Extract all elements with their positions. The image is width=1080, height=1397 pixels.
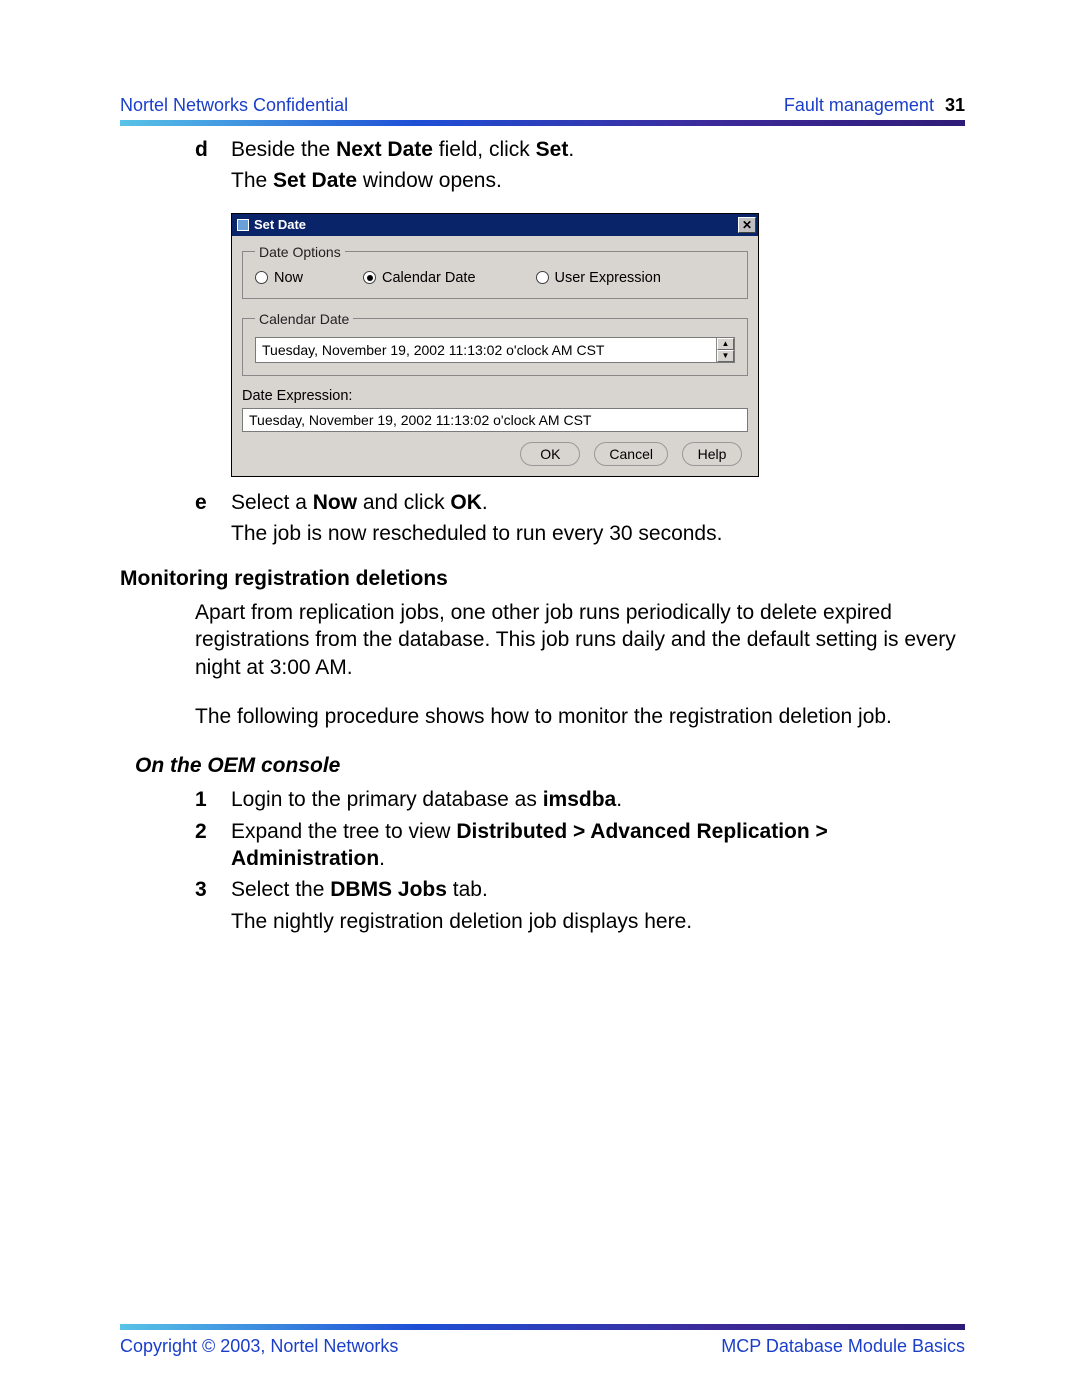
date-options-group: Date Options Now Calendar Date User E: [242, 244, 748, 299]
step-text: Select a Now and click OK.: [231, 489, 965, 516]
radio-icon: [255, 271, 268, 284]
ok-button[interactable]: OK: [520, 442, 580, 466]
calendar-date-group: Calendar Date ▲ ▼: [242, 311, 748, 376]
spinner[interactable]: ▲ ▼: [716, 338, 734, 362]
date-options-legend: Date Options: [255, 244, 345, 260]
step-number: 1: [195, 786, 231, 813]
step-2: 2 Expand the tree to view Distributed > …: [195, 818, 965, 873]
step-number: 2: [195, 818, 231, 873]
footer-copyright: Copyright © 2003, Nortel Networks: [120, 1336, 398, 1357]
close-icon[interactable]: ✕: [738, 217, 756, 233]
calendar-date-field[interactable]: ▲ ▼: [255, 337, 735, 363]
calendar-date-input[interactable]: [256, 338, 716, 362]
step-text: Select the DBMS Jobs tab.: [231, 876, 965, 903]
step-e: e Select a Now and click OK.: [195, 489, 965, 516]
dialog-title: Set Date: [254, 217, 306, 232]
step-text: Beside the Next Date field, click Set.: [231, 136, 965, 163]
section-heading-monitoring: Monitoring registration deletions: [120, 567, 965, 591]
spin-up-icon[interactable]: ▲: [717, 338, 734, 350]
radio-calendar-date[interactable]: Calendar Date: [363, 270, 476, 286]
page-header: Nortel Networks Confidential Fault manag…: [120, 95, 965, 116]
header-confidential: Nortel Networks Confidential: [120, 95, 348, 116]
page-number: 31: [945, 95, 965, 115]
footer-rule: [120, 1324, 965, 1330]
section-paragraph: Apart from replication jobs, one other j…: [195, 599, 965, 681]
radio-label: Now: [274, 270, 303, 286]
radio-icon: [536, 271, 549, 284]
step-letter: d: [195, 136, 231, 163]
cancel-button[interactable]: Cancel: [594, 442, 668, 466]
radio-now[interactable]: Now: [255, 270, 303, 286]
set-date-dialog: Set Date ✕ Date Options Now Calendar Dat…: [231, 213, 759, 477]
radio-label: Calendar Date: [382, 270, 476, 286]
header-section: Fault management 31: [784, 95, 965, 116]
step-1: 1 Login to the primary database as imsdb…: [195, 786, 965, 813]
header-rule: [120, 120, 965, 126]
page-footer: Copyright © 2003, Nortel Networks MCP Da…: [120, 1324, 965, 1357]
titlebar: Set Date ✕: [232, 214, 758, 236]
step-text: Expand the tree to view Distributed > Ad…: [231, 818, 965, 873]
footer-doc-title: MCP Database Module Basics: [721, 1336, 965, 1357]
step-text-line2: The nightly registration deletion job di…: [231, 908, 965, 935]
step-d: d Beside the Next Date field, click Set.: [195, 136, 965, 163]
radio-icon: [363, 271, 376, 284]
app-icon: [236, 218, 250, 232]
step-3: 3 Select the DBMS Jobs tab.: [195, 876, 965, 903]
step-letter: e: [195, 489, 231, 516]
section-paragraph: The following procedure shows how to mon…: [195, 703, 965, 730]
radio-label: User Expression: [555, 270, 661, 286]
subheading-oem: On the OEM console: [135, 754, 965, 778]
date-expression-label: Date Expression:: [242, 388, 748, 404]
step-number: 3: [195, 876, 231, 903]
step-text: Login to the primary database as imsdba.: [231, 786, 965, 813]
spin-down-icon[interactable]: ▼: [717, 350, 734, 362]
date-expression-input[interactable]: [242, 408, 748, 432]
calendar-date-legend: Calendar Date: [255, 311, 353, 327]
step-text-line2: The job is now rescheduled to run every …: [231, 520, 965, 547]
help-button[interactable]: Help: [682, 442, 742, 466]
radio-user-expression[interactable]: User Expression: [536, 270, 661, 286]
step-text-line2: The Set Date window opens.: [231, 167, 965, 194]
